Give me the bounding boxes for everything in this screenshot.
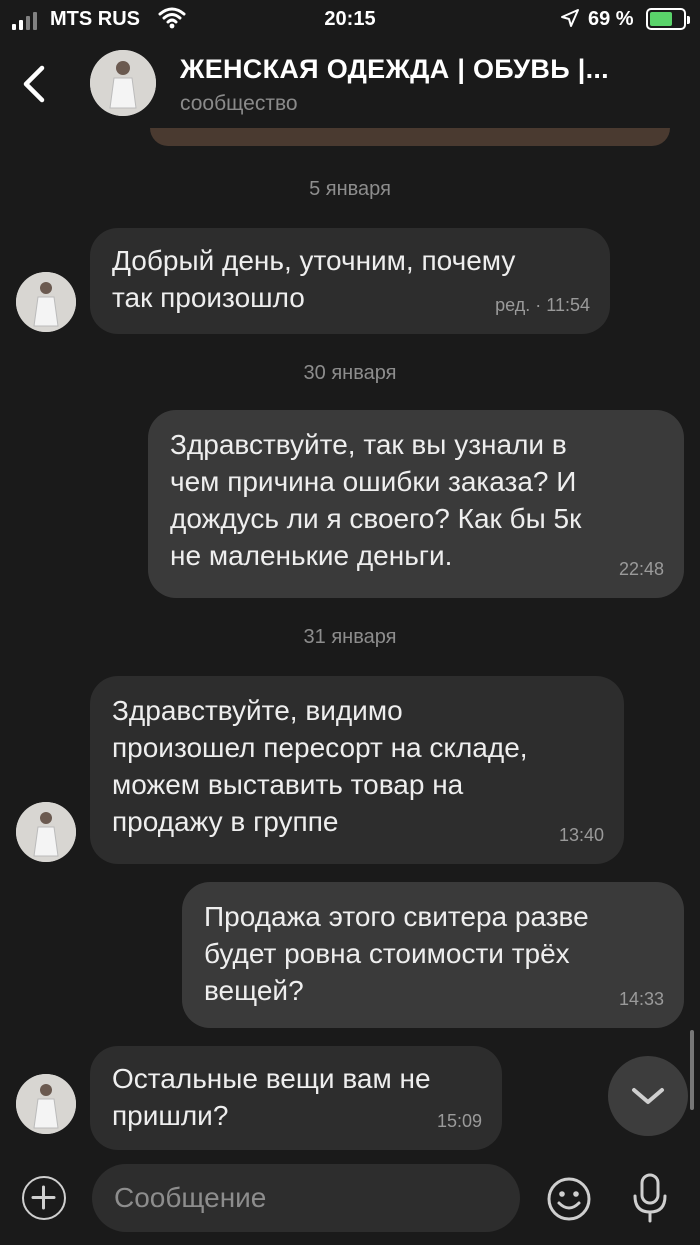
message-text: можем выставить товар на [112,769,464,800]
chat-subtitle: сообщество [180,92,298,115]
message-text: будет ровна стоимости трёх [204,938,570,969]
chevron-left-icon[interactable] [20,64,50,104]
message-text: чем причина ошибки заказа? И [170,466,577,497]
chevron-down-icon [632,1088,664,1104]
message-bubble-incoming[interactable]: Остальные вещи вам не пришли? 15:09 [90,1046,502,1150]
message-text: не маленькие деньги. [170,540,453,571]
status-bar: MTS RUS 20:15 69 % [0,0,700,40]
message-bubble-outgoing[interactable]: Продажа этого свитера разве будет ровна … [182,882,684,1028]
message-bubble-incoming[interactable]: Добрый день, уточним, почему так произош… [90,228,610,334]
message-text: дождусь ли я своего? Как бы 5к [170,503,582,534]
date-separator: 30 января [303,362,397,384]
message-bubble-incoming[interactable]: Здравствуйте, видимо произошел пересорт … [90,676,624,864]
message-meta: 13:40 [558,825,604,845]
message-text: произошел пересорт на складе, [112,732,528,763]
message-bubble-outgoing[interactable]: Здравствуйте, так вы узнали в чем причин… [148,410,684,598]
previous-media-attachment[interactable] [150,128,670,146]
scroll-to-bottom-button[interactable] [608,1056,688,1136]
message-text: вещей? [204,975,304,1006]
microphone-icon[interactable] [628,1172,672,1224]
battery-icon [646,8,690,30]
message-text: Продажа этого свитера разве [204,901,589,932]
message-text: пришли? [112,1100,229,1131]
message-composer: Сообщение [0,1150,700,1245]
date-separator: 31 января [303,626,397,648]
sender-avatar[interactable] [16,272,76,332]
sender-avatar[interactable] [16,802,76,862]
scrollbar[interactable] [690,1030,694,1110]
message-meta: 22:48 [618,559,664,579]
sender-avatar[interactable] [16,1074,76,1134]
message-text: Здравствуйте, так вы узнали в [170,429,567,460]
message-text: продажу в группе [112,806,339,837]
message-meta: 15:09 [436,1111,482,1131]
battery-percent: 69 % [588,8,634,30]
message-text: Добрый день, уточним, почему [112,245,516,276]
smile-icon[interactable] [546,1176,592,1222]
message-meta: 14:33 [618,989,664,1009]
chat-title: ЖЕНСКАЯ ОДЕЖДА | ОБУВЬ |... [180,54,609,84]
chat-header: ЖЕНСКАЯ ОДЕЖДА | ОБУВЬ |... сообщество [0,40,700,130]
message-text: Здравствуйте, видимо [112,695,403,726]
date-separator: 5 января [309,178,391,200]
add-attachment-button[interactable] [22,1176,66,1220]
message-input[interactable]: Сообщение [92,1164,520,1232]
plus-icon [31,1185,56,1210]
message-text: Остальные вещи вам не [112,1063,431,1094]
location-arrow-icon [561,9,579,27]
message-meta: ред. · 11:54 [495,295,590,315]
community-avatar[interactable] [90,50,156,116]
